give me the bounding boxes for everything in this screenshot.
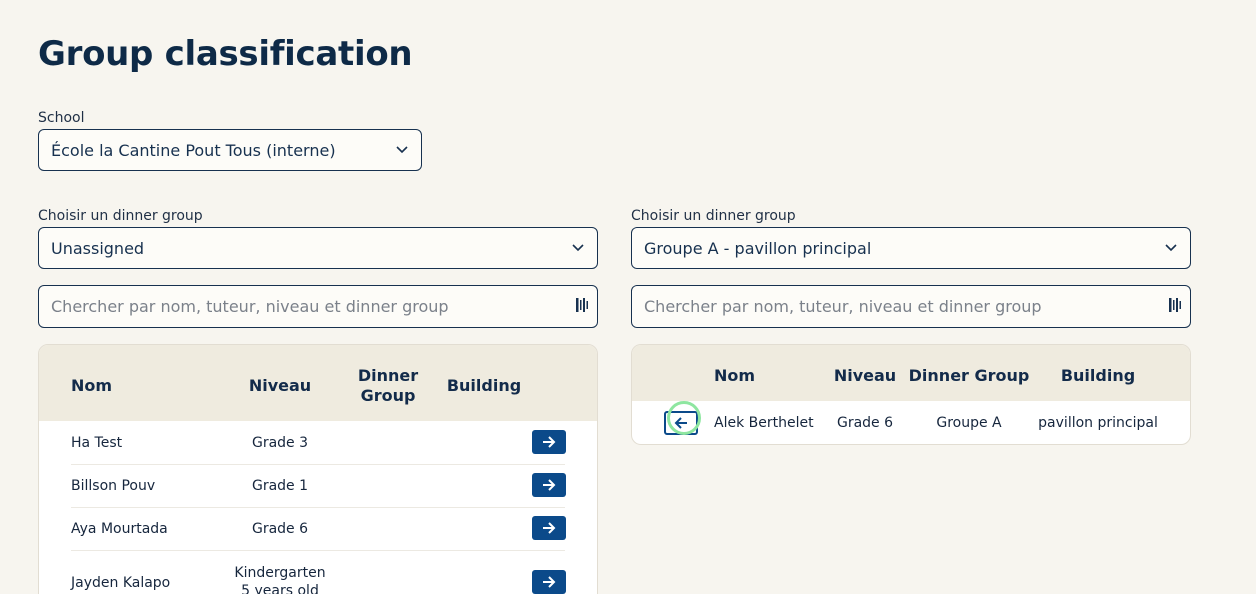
- left-student-table: Nom Niveau Dinner Group Building Ha Test…: [38, 344, 598, 594]
- student-dinner-group: Groupe A: [936, 415, 1002, 431]
- left-header-dinner-group: Dinner Group: [357, 366, 419, 405]
- right-header-dinner-group: Dinner Group: [908, 366, 1030, 385]
- arrow-right-icon: [543, 576, 556, 588]
- move-left-button[interactable]: [664, 411, 698, 435]
- barcode-scan-icon[interactable]: [575, 297, 589, 317]
- student-level: Kindergarten 5 years old: [225, 564, 335, 594]
- left-group-label: Choisir un dinner group: [38, 208, 203, 224]
- left-group-select-value: Unassigned: [51, 238, 145, 258]
- student-level: Grade 3: [251, 435, 309, 451]
- right-search-input[interactable]: [644, 297, 1168, 316]
- student-name: Aya Mourtada: [71, 521, 168, 537]
- right-student-table: Nom Niveau Dinner Group Building Alek Be…: [631, 344, 1191, 445]
- table-row: Billson Pouv Grade 1: [39, 464, 597, 507]
- left-search-field[interactable]: [38, 285, 598, 328]
- left-header-nom: Nom: [71, 376, 113, 395]
- right-header-niveau: Niveau: [833, 366, 897, 385]
- student-name: Alek Berthelet: [714, 415, 814, 431]
- arrow-right-icon: [543, 479, 556, 491]
- right-group-label: Choisir un dinner group: [631, 208, 796, 224]
- barcode-scan-icon[interactable]: [1168, 297, 1182, 317]
- arrow-right-icon: [543, 436, 556, 448]
- left-header-building: Building: [446, 376, 522, 395]
- student-name: Ha Test: [71, 435, 123, 451]
- right-search-field[interactable]: [631, 285, 1191, 328]
- table-row: Ha Test Grade 3: [39, 421, 597, 464]
- right-header-building: Building: [1060, 366, 1136, 385]
- school-select[interactable]: École la Cantine Pout Tous (interne): [38, 129, 422, 171]
- right-header-nom: Nom: [714, 366, 756, 385]
- left-header-niveau: Niveau: [248, 376, 312, 395]
- move-right-button[interactable]: [532, 570, 566, 594]
- student-level-line: Kindergarten: [234, 565, 326, 581]
- student-level-line: 5 years old: [241, 583, 319, 594]
- student-building: pavillon principal: [1038, 415, 1158, 431]
- chevron-down-icon: [571, 241, 585, 255]
- chevron-down-icon: [1164, 241, 1178, 255]
- table-row: Jayden Kalapo Kindergarten 5 years old: [39, 550, 597, 594]
- left-search-input[interactable]: [51, 297, 575, 316]
- table-row: Alek Berthelet Grade 6 Groupe A pavillon…: [632, 401, 1190, 444]
- right-table-header: Nom Niveau Dinner Group Building: [632, 345, 1190, 401]
- student-name: Billson Pouv: [71, 478, 156, 494]
- page-title: Group classification: [38, 34, 413, 74]
- move-right-button[interactable]: [532, 473, 566, 497]
- left-group-select[interactable]: Unassigned: [38, 227, 598, 269]
- move-right-button[interactable]: [532, 516, 566, 540]
- student-level: Grade 1: [251, 478, 309, 494]
- student-level: Grade 6: [251, 521, 309, 537]
- student-name: Jayden Kalapo: [71, 575, 171, 591]
- arrow-right-icon: [543, 522, 556, 534]
- school-select-value: École la Cantine Pout Tous (interne): [51, 140, 336, 160]
- arrow-left-icon: [674, 417, 687, 429]
- table-row: Aya Mourtada Grade 6: [39, 507, 597, 550]
- chevron-down-icon: [395, 143, 409, 157]
- right-group-select-value: Groupe A - pavillon principal: [644, 238, 872, 258]
- school-label: School: [38, 110, 85, 126]
- student-level: Grade 6: [836, 415, 894, 431]
- left-table-header: Nom Niveau Dinner Group Building: [39, 345, 597, 421]
- move-right-button[interactable]: [532, 430, 566, 454]
- right-group-select[interactable]: Groupe A - pavillon principal: [631, 227, 1191, 269]
